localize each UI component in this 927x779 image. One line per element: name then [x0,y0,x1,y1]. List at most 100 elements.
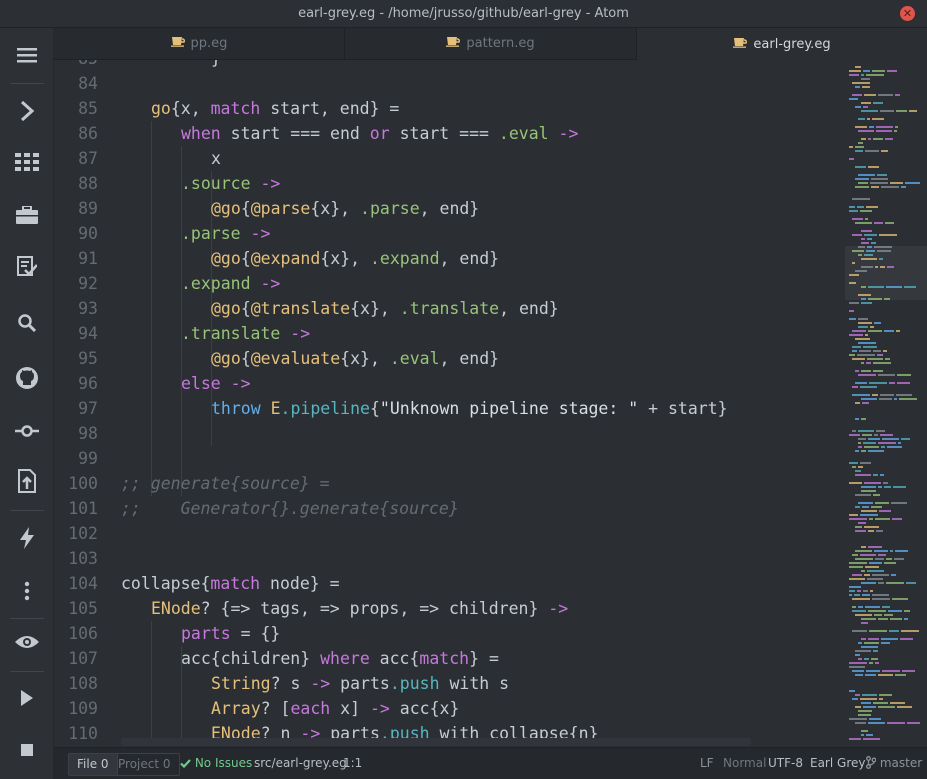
minimap-code-stroke [886,286,902,288]
minimap-code-stroke [852,554,858,556]
tab-pp-eg[interactable]: pp.eg [54,28,345,60]
minimap-code-stroke [858,342,876,344]
upload-file-icon[interactable] [0,461,54,501]
minimap-code-stroke [893,486,906,488]
code-line: 96 else -> [54,371,820,396]
minimap-code-stroke [868,450,884,452]
minimap-code-stroke [878,582,884,584]
minimap-code-stroke [864,254,873,256]
minimap-code-stroke [864,482,881,484]
minimap-code-stroke [858,446,862,448]
minimap-code-stroke [855,126,867,128]
minimap-code-stroke [858,438,866,440]
menu-icon[interactable] [0,35,54,75]
line-number: 85 [78,99,98,118]
minimap-code-stroke [895,674,906,676]
minimap-code-stroke [861,286,866,288]
minimap-code-stroke [858,174,875,176]
minimap-code-stroke [861,398,877,400]
github-icon[interactable] [0,358,54,398]
minimap-code-stroke [865,218,868,220]
search-icon[interactable] [0,303,54,343]
minimap-code-stroke [877,174,887,176]
minimap-code-stroke [863,346,877,348]
horizontal-scrollbar[interactable] [121,738,751,746]
line-number: 95 [78,349,98,368]
minimap-code-stroke [887,266,894,268]
cursor-position[interactable]: 1:1 [343,748,362,779]
file-path[interactable]: src/earl-grey.eg [254,748,347,779]
minimap-code-stroke [861,450,866,452]
apps-grid-icon[interactable] [0,142,54,182]
minimap-code-stroke [861,418,866,420]
minimap-code-stroke [864,574,870,576]
check-icon [180,756,191,770]
minimap-code-stroke [871,186,879,188]
minimap-code-stroke [904,618,908,620]
grammar-selector[interactable]: Earl Grey [810,748,865,779]
git-commit-icon[interactable] [0,411,54,451]
briefcase-icon[interactable] [0,195,54,235]
minimap-code-stroke [855,166,866,168]
minimap-code-stroke [884,562,896,564]
minimap-code-stroke [875,518,890,520]
minimap-code-stroke [878,374,895,376]
minimap-code-stroke [880,266,885,268]
minimap-code-stroke [861,618,876,620]
minimap-code-stroke [876,530,883,532]
eye-icon[interactable] [0,622,54,662]
minimap-code-stroke [871,178,888,180]
minimap-code-stroke [872,594,889,596]
minimap-code-stroke [849,562,867,564]
minimap-code-stroke [852,430,856,432]
minimap-code-stroke [849,354,855,356]
code-editor[interactable]: 85} 84 85go{x, match start, end} = 86whe… [54,60,820,741]
minimap-code-stroke [861,490,876,492]
minimap-code-stroke [868,722,885,724]
minimap[interactable] [845,60,927,741]
checklist-icon[interactable] [0,246,54,286]
minimap-code-stroke [849,282,856,284]
stop-icon[interactable] [0,730,54,770]
minimap-code-stroke [897,382,910,384]
minimap-code-stroke [884,486,891,488]
minimap-code-stroke [904,286,916,288]
minimap-code-stroke [886,582,904,584]
line-number: 94 [78,324,98,343]
more-vertical-icon[interactable] [0,571,54,611]
git-branch[interactable]: master [866,748,922,779]
project-issues-tab[interactable]: Project 0 [110,753,180,776]
tab-earl-grey-eg[interactable]: earl-grey.eg [637,28,927,60]
close-icon[interactable]: ✕ [903,7,912,20]
chevron-right-icon[interactable] [0,91,54,131]
line-number: 103 [68,549,98,568]
minimap-code-stroke [861,734,864,736]
minimap-code-stroke [852,670,864,672]
minimap-code-stroke [875,266,878,268]
minimap-code-stroke [855,706,861,708]
minimap-code-stroke [872,118,884,120]
lightning-icon[interactable] [0,518,54,558]
minimap-code-stroke [882,438,899,440]
editor-mode[interactable]: Normal [723,748,766,779]
tab-pattern-eg[interactable]: pattern.eg [345,28,637,60]
minimap-code-stroke [855,650,871,652]
code-line: 97 throw E.pipeline{"Unknown pipeline sta… [54,396,820,421]
minimap-code-stroke [861,230,872,232]
minimap-code-stroke [884,298,890,300]
close-window-button[interactable]: ✕ [900,6,915,21]
minimap-code-stroke [874,222,883,224]
line-ending[interactable]: LF [700,748,714,779]
minimap-code-stroke [858,318,868,320]
vertical-scrollbar[interactable] [921,60,927,741]
minimap-code-stroke [892,598,908,600]
play-icon[interactable] [0,678,54,718]
minimap-code-stroke [876,430,885,432]
code-line: 106 parts = {} [54,621,820,646]
file-encoding[interactable]: UTF-8 [768,748,803,779]
linter-status[interactable]: No Issues [180,748,252,779]
minimap-code-stroke [849,302,859,304]
code-line: 89 @go{@parse{x}, .parse, end} [54,196,820,221]
code-line: 86 when start === end or start === .eval … [54,121,820,146]
minimap-code-stroke [855,402,860,404]
